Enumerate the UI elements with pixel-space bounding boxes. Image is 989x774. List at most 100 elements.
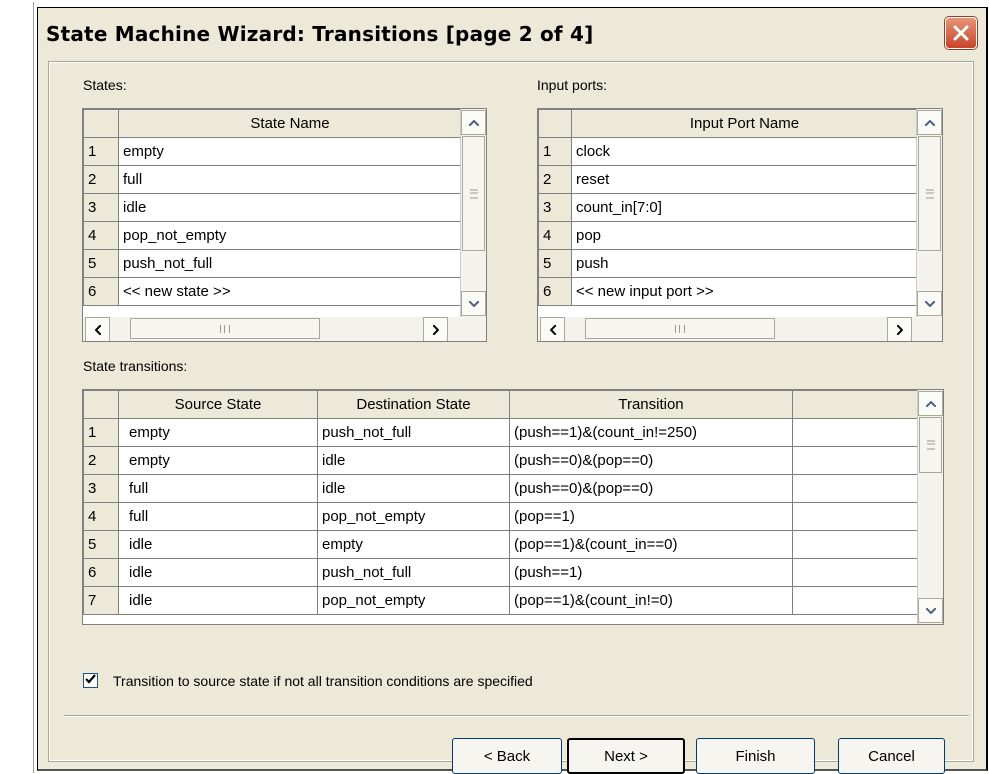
table-row[interactable]: 4 pop [538, 221, 918, 250]
transition-cell[interactable]: (pop==1)&(count_in==0) [509, 530, 793, 559]
empty-cell[interactable] [792, 530, 919, 559]
input-port-name-cell[interactable]: pop [571, 221, 918, 250]
table-row[interactable]: 3 full idle (push==0)&(pop==0) [83, 474, 919, 503]
finish-button[interactable]: Finish [696, 738, 815, 774]
input-port-name-cell[interactable]: count_in[7:0] [571, 193, 918, 222]
table-row[interactable]: 5 push [538, 249, 918, 278]
inputs-hscroll[interactable] [538, 317, 942, 341]
table-row[interactable]: 2 reset [538, 165, 918, 194]
empty-cell[interactable] [792, 418, 919, 447]
states-table: State Name 1 empty 2 full 3 idle 4 pop_not_empt… [83, 109, 462, 306]
transition-to-source-checkbox[interactable] [83, 673, 98, 688]
destination-state-cell[interactable]: idle [317, 474, 510, 503]
empty-cell[interactable] [792, 446, 919, 475]
scroll-left-arrow-icon[interactable] [85, 317, 110, 341]
empty-cell[interactable] [792, 474, 919, 503]
transition-cell[interactable]: (pop==1)&(count_in!=0) [509, 586, 793, 615]
source-state-cell[interactable]: full [118, 474, 318, 503]
scroll-thumb[interactable] [462, 136, 485, 251]
states-hscroll[interactable] [83, 317, 486, 341]
scroll-up-arrow-icon[interactable] [918, 391, 943, 416]
table-row[interactable]: 4 full pop_not_empty (pop==1) [83, 502, 919, 531]
scroll-right-arrow-icon[interactable] [887, 317, 912, 341]
empty-cell[interactable] [792, 586, 919, 615]
table-row[interactable]: 6 idle push_not_full (push==1) [83, 558, 919, 587]
table-row[interactable]: 3 count_in[7:0] [538, 193, 918, 222]
input-port-name-cell[interactable]: << new input port >> [571, 277, 918, 306]
table-row[interactable]: 4 pop_not_empty [83, 221, 462, 250]
table-row[interactable]: 2 empty idle (push==0)&(pop==0) [83, 446, 919, 475]
input-port-name-cell[interactable]: reset [571, 165, 918, 194]
table-row[interactable]: 1 empty [83, 137, 462, 166]
scroll-down-arrow-icon[interactable] [918, 598, 943, 623]
source-state-cell[interactable]: full [118, 502, 318, 531]
scroll-right-arrow-icon[interactable] [423, 317, 448, 341]
scroll-thumb[interactable] [918, 136, 941, 251]
next-button[interactable]: Next > [567, 738, 685, 774]
source-state-cell[interactable]: idle [118, 558, 318, 587]
source-state-cell[interactable]: idle [118, 586, 318, 615]
states-vscroll[interactable] [460, 109, 486, 317]
transition-cell[interactable]: (push==0)&(pop==0) [509, 474, 793, 503]
source-state-cell[interactable]: empty [118, 446, 318, 475]
destination-state-cell[interactable]: empty [317, 530, 510, 559]
destination-state-cell[interactable]: push_not_full [317, 418, 510, 447]
table-row[interactable]: 1 empty push_not_full (push==1)&(count_in!=… [83, 418, 919, 447]
table-row[interactable]: 5 push_not_full [83, 249, 462, 278]
row-number: 3 [538, 193, 572, 222]
transition-cell[interactable]: (push==1) [509, 558, 793, 587]
row-number: 5 [83, 530, 119, 559]
state-name-cell[interactable]: empty [118, 137, 462, 166]
state-name-cell[interactable]: full [118, 165, 462, 194]
transition-cell[interactable]: (push==1)&(count_in!=250) [509, 418, 793, 447]
transition-cell[interactable]: (push==0)&(pop==0) [509, 446, 793, 475]
scroll-down-arrow-icon[interactable] [917, 291, 942, 316]
inputs-vscroll[interactable] [916, 109, 942, 317]
state-name-cell[interactable]: idle [118, 193, 462, 222]
transition-cell[interactable]: (pop==1) [509, 502, 793, 531]
row-number: 3 [83, 193, 119, 222]
table-row[interactable]: 6 << new state >> [83, 277, 462, 306]
hscroll-thumb[interactable] [585, 318, 775, 339]
table-row[interactable]: 5 idle empty (pop==1)&(count_in==0) [83, 530, 919, 559]
scroll-left-arrow-icon[interactable] [540, 317, 565, 341]
scroll-thumb[interactable] [919, 417, 942, 473]
cancel-button[interactable]: Cancel [838, 738, 945, 774]
checkmark-icon [85, 674, 96, 684]
table-row[interactable]: 3 idle [83, 193, 462, 222]
back-button[interactable]: < Back [452, 738, 562, 774]
state-name-cell[interactable]: << new state >> [118, 277, 462, 306]
scroll-up-arrow-icon[interactable] [461, 110, 486, 135]
row-number: 3 [83, 474, 119, 503]
row-number: 5 [538, 249, 572, 278]
destination-state-cell[interactable]: pop_not_empty [317, 586, 510, 615]
source-state-cell[interactable]: empty [118, 418, 318, 447]
close-button[interactable] [945, 17, 977, 49]
table-row[interactable]: 6 << new input port >> [538, 277, 918, 306]
state-name-cell[interactable]: push_not_full [118, 249, 462, 278]
destination-state-cell[interactable]: idle [317, 446, 510, 475]
empty-cell[interactable] [792, 502, 919, 531]
scroll-up-arrow-icon[interactable] [917, 110, 942, 135]
destination-state-cell[interactable]: push_not_full [317, 558, 510, 587]
input-port-name-cell[interactable]: push [571, 249, 918, 278]
empty-cell[interactable] [792, 558, 919, 587]
row-number: 2 [538, 165, 572, 194]
source-state-cell[interactable]: idle [118, 530, 318, 559]
row-number: 4 [83, 502, 119, 531]
scroll-down-arrow-icon[interactable] [461, 291, 486, 316]
states-grid: State Name 1 empty 2 full 3 idle 4 pop_not_empt… [82, 108, 487, 342]
transition-to-source-label[interactable]: Transition to source state if not all tr… [113, 673, 533, 689]
hscroll-thumb[interactable] [130, 318, 320, 339]
input-port-name-cell[interactable]: clock [571, 137, 918, 166]
row-number: 5 [83, 249, 119, 278]
state-name-cell[interactable]: pop_not_empty [118, 221, 462, 250]
table-row[interactable]: 1 clock [538, 137, 918, 166]
table-row[interactable]: 2 full [83, 165, 462, 194]
transitions-vscroll[interactable] [917, 390, 943, 624]
input-ports-table: Input Port Name 1 clock 2 reset 3 count_in[7:… [538, 109, 918, 306]
table-row[interactable]: 7 idle pop_not_empty (pop==1)&(count_in!=0) [83, 586, 919, 615]
destination-state-cell[interactable]: pop_not_empty [317, 502, 510, 531]
row-number: 1 [538, 137, 572, 166]
separator [64, 715, 969, 717]
